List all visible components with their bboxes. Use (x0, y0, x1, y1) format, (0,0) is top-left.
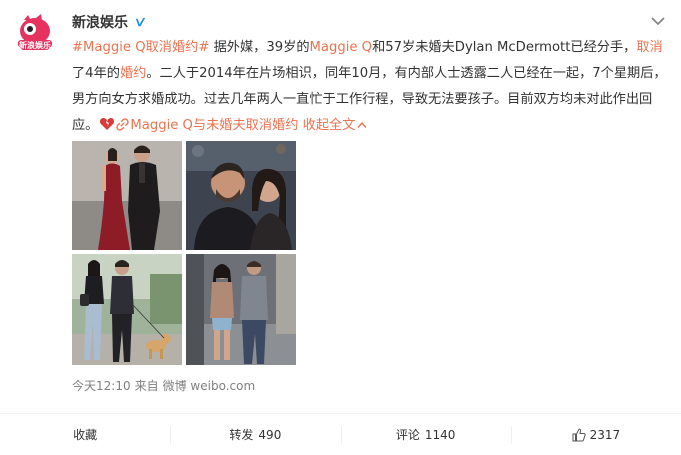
street-couple-photo (186, 254, 296, 365)
collapse-label: 收起全文 (302, 118, 356, 133)
couple-closeup-photo (186, 141, 296, 250)
like-button[interactable]: 2317 (510, 414, 681, 455)
broken-heart-icon (100, 118, 115, 130)
keyword-link-engagement[interactable]: 婚约 (120, 66, 146, 81)
post-image-2[interactable] (186, 141, 296, 250)
weibo-post-card: 新浪娱乐 新浪娱乐 #Maggie Q取消婚约# 据外媒，39岁的Maggie … (0, 0, 681, 455)
avatar-logo-text: 新浪娱乐 (19, 40, 51, 50)
article-link-label: Maggie Q与未婚夫取消婚约 (130, 118, 299, 133)
comment-count: 1140 (424, 427, 456, 442)
favorite-button[interactable]: 收藏 (0, 414, 170, 455)
walking-dog-photo (72, 254, 182, 365)
verified-icon (133, 14, 148, 30)
post-text: #Maggie Q取消婚约# 据外媒，39岁的Maggie Q和57岁未婚夫Dy… (72, 35, 668, 139)
post-image-1[interactable] (72, 141, 182, 250)
post-image-4[interactable] (186, 254, 296, 365)
post-image-3[interactable] (72, 254, 182, 365)
comment-label: 评论 (395, 428, 420, 442)
text-segment: 和57岁未婚夫Dylan McDermott已经分手， (372, 40, 637, 55)
topic-hashtag-link[interactable]: #Maggie Q取消婚约# (72, 40, 209, 55)
comment-button[interactable]: 评论 1140 (340, 414, 511, 455)
keyword-link-cancel[interactable]: 取消 (636, 40, 662, 55)
repost-label: 转发 (229, 428, 254, 442)
text-segment: 了4年的 (72, 66, 120, 81)
like-count: 2317 (589, 427, 621, 442)
repost-count: 490 (258, 427, 282, 442)
text-segment: 据外媒，39岁的 (209, 40, 310, 55)
link-icon (116, 118, 130, 131)
avatar[interactable]: 新浪娱乐 (14, 12, 56, 54)
author-row: 新浪娱乐 (72, 12, 148, 32)
author-name[interactable]: 新浪娱乐 (72, 12, 128, 32)
red-carpet-photo (72, 141, 182, 250)
post-timestamp[interactable]: 今天12:10 (72, 377, 131, 394)
thumbs-up-icon (572, 428, 586, 441)
chevron-up-icon (357, 121, 367, 128)
favorite-label: 收藏 (73, 428, 98, 442)
repost-button[interactable]: 转发 490 (170, 414, 340, 455)
article-link[interactable]: Maggie Q与未婚夫取消婚约 (116, 118, 298, 133)
source-prefix: 来自 (134, 379, 159, 393)
chevron-down-icon[interactable] (651, 16, 665, 26)
post-source-link[interactable]: 微博 weibo.com (163, 377, 256, 394)
post-meta: 今天12:10 来自 微博 weibo.com (72, 377, 255, 394)
action-bar: 收藏 转发 490 评论 1140 2317 (0, 414, 681, 455)
sina-entertainment-logo: 新浪娱乐 (14, 12, 56, 54)
collapse-text-button[interactable]: 收起全文 (303, 118, 368, 133)
keyword-link-maggie-q[interactable]: Maggie Q (310, 40, 373, 55)
